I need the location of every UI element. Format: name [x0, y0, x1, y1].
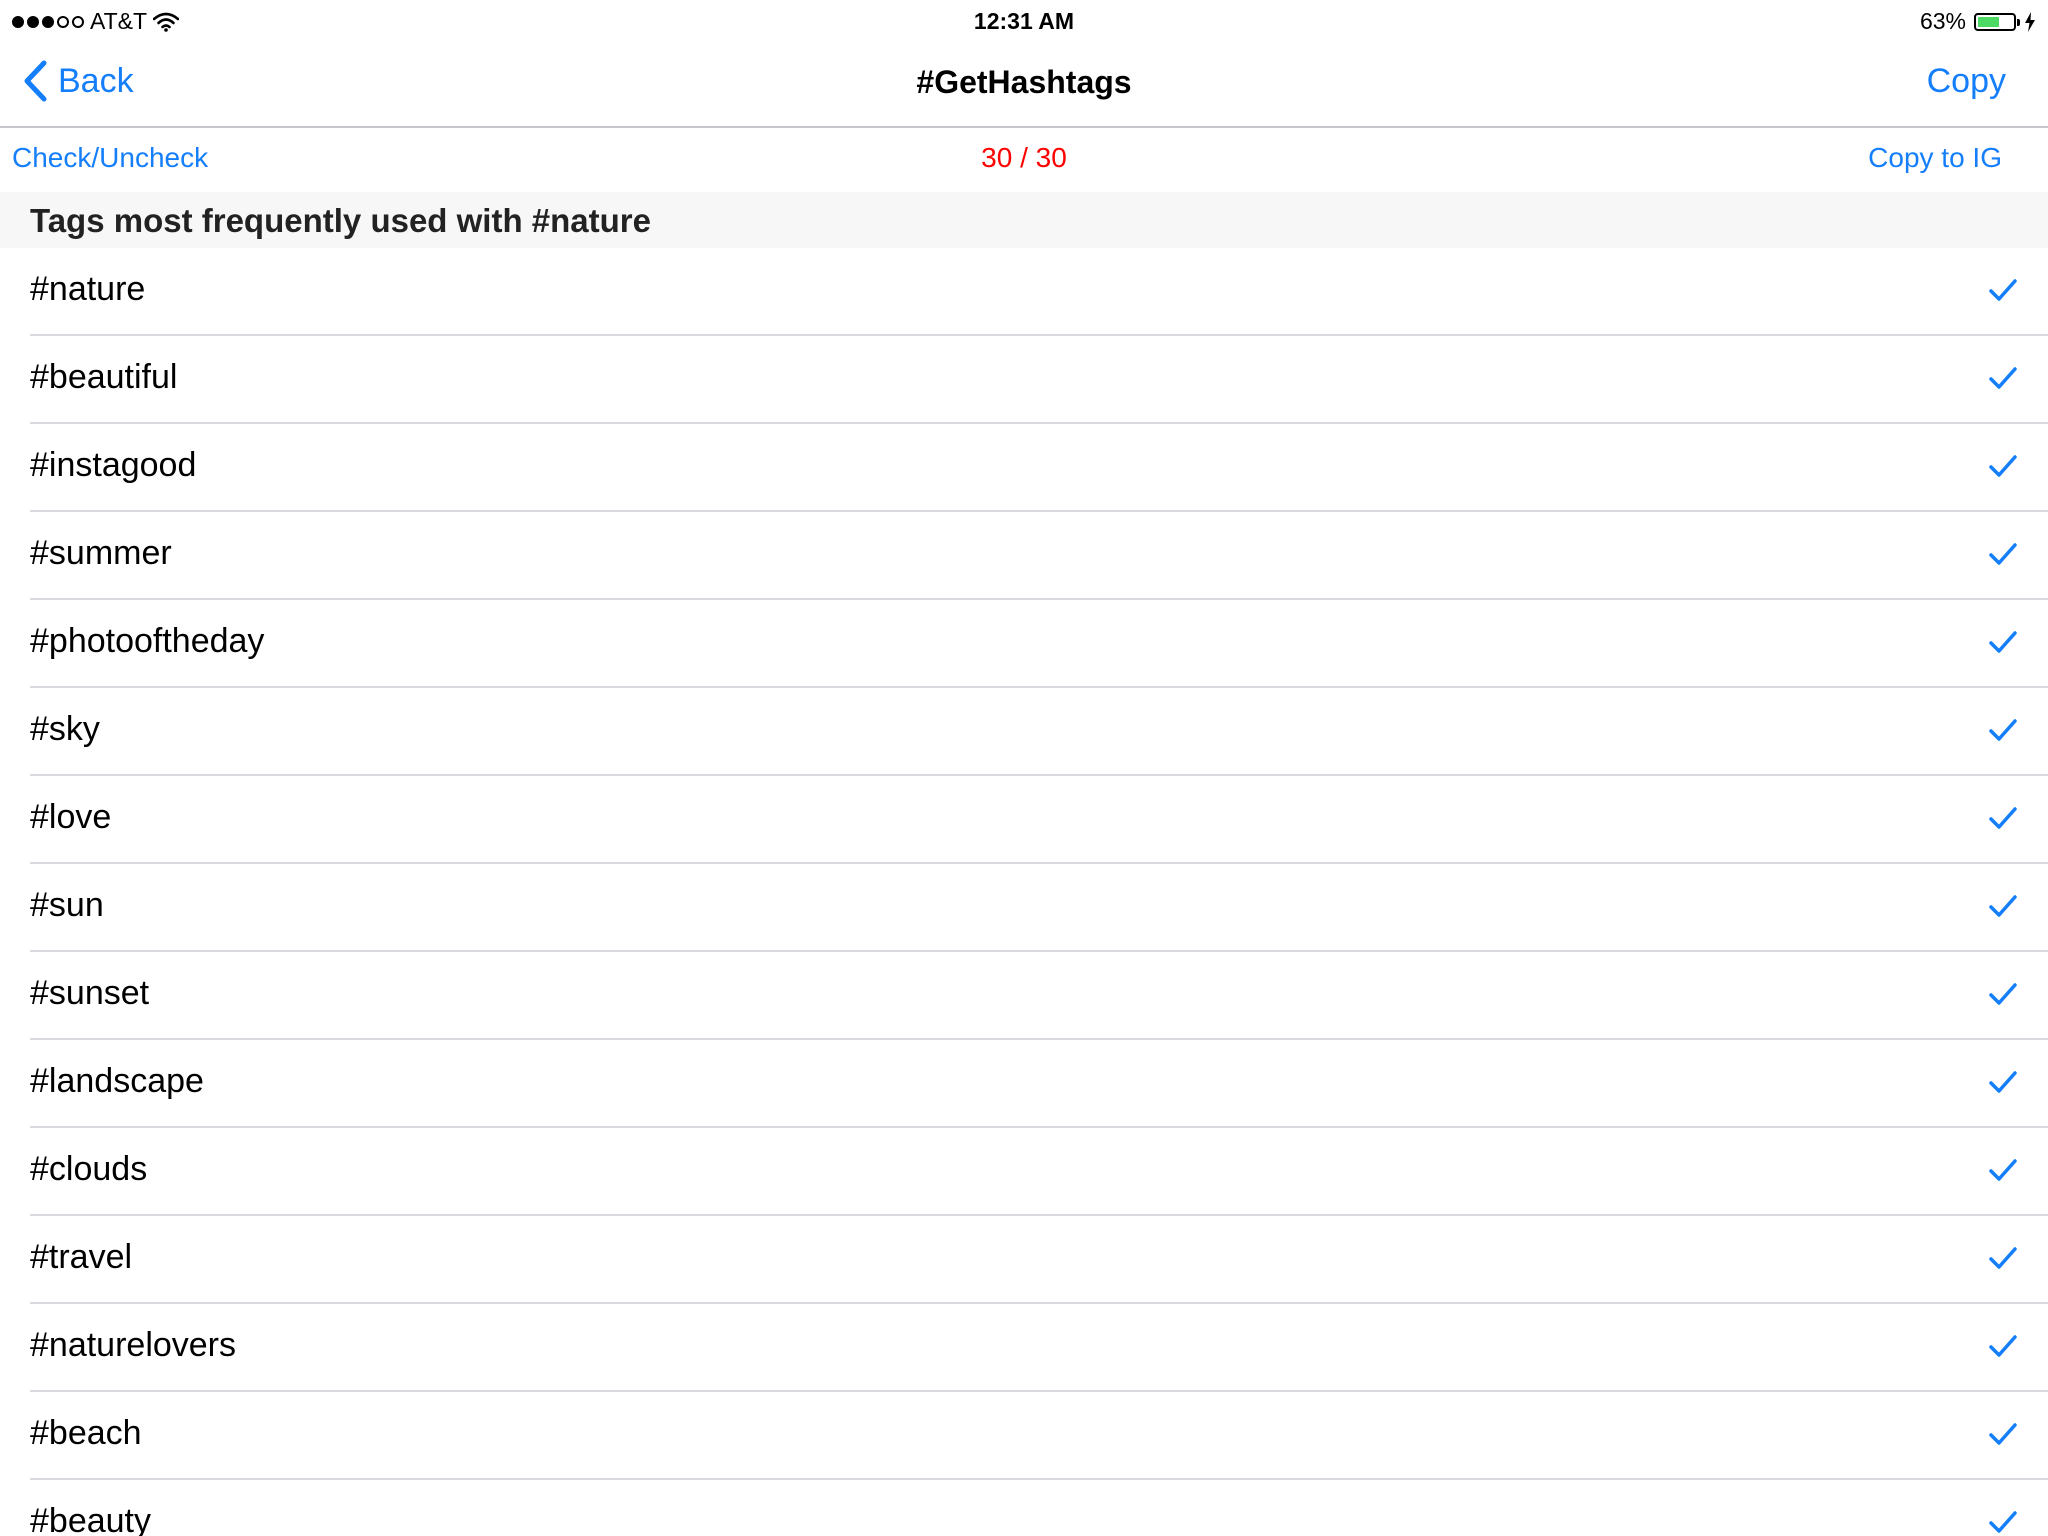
tag-row[interactable]: #summer [0, 512, 2048, 600]
tag-row[interactable]: #travel [0, 1216, 2048, 1304]
tag-row[interactable]: #sunset [0, 952, 2048, 1040]
tag-row[interactable]: #nature [0, 248, 2048, 336]
tag-row[interactable]: #naturelovers [0, 1304, 2048, 1392]
tag-label: #instagood [30, 446, 197, 484]
battery-icon [1974, 12, 2020, 31]
checkmark-icon [1989, 367, 2017, 389]
status-time: 12:31 AM [973, 8, 1075, 34]
tag-row[interactable]: #love [0, 776, 2048, 864]
battery-fill [1978, 16, 2000, 27]
battery-tip [2017, 18, 2020, 26]
tag-label: #landscape [30, 1062, 204, 1100]
checkmark-icon [1989, 719, 2017, 741]
checkmark-icon [1989, 455, 2017, 477]
status-bar: AT&T 12:31 AM 63% [0, 0, 2048, 42]
status-right: 63% [1920, 8, 2036, 35]
navigation-bar: Back #GetHashtags Copy [0, 42, 2048, 128]
checkmark-icon [1989, 1511, 2017, 1533]
section-title: Tags most frequently used with #nature [30, 202, 651, 239]
tag-row[interactable]: #beautiful [0, 336, 2048, 424]
tag-label: #naturelovers [30, 1326, 237, 1364]
page-title: #GetHashtags [916, 64, 1132, 100]
checkmark-icon [1989, 1247, 2017, 1269]
checkmark-icon [1989, 895, 2017, 917]
tag-label: #beautiful [30, 358, 178, 396]
tag-list: #nature #beautiful #instagood #summer #photo… [0, 248, 2048, 1536]
checkmark-icon [1989, 983, 2017, 1005]
tag-label: #clouds [30, 1150, 148, 1188]
checkmark-icon [1989, 807, 2017, 829]
tag-label: #love [30, 798, 112, 836]
tag-row[interactable]: #sky [0, 688, 2048, 776]
tag-row[interactable]: #photooftheday [0, 600, 2048, 688]
battery-percent: 63% [1919, 8, 1966, 34]
checkmark-icon [1989, 1335, 2017, 1357]
app-screen: AT&T 12:31 AM 63% Back #GetHashtags Copy… [0, 0, 2048, 1536]
tag-label: #travel [30, 1238, 133, 1276]
checkmark-icon [1989, 1159, 2017, 1181]
copy-to-ig-button[interactable]: Copy to IG [1868, 142, 2002, 174]
tag-row[interactable]: #clouds [0, 1128, 2048, 1216]
section-header: Tags most frequently used with #nature [0, 192, 2048, 248]
tag-row[interactable]: #beauty [0, 1480, 2048, 1536]
copy-button[interactable]: Copy [1927, 62, 2006, 101]
tag-label: #sun [30, 886, 104, 924]
tag-label: #beauty [30, 1502, 151, 1536]
tag-label: #sunset [30, 974, 150, 1012]
checkmark-icon [1989, 1071, 2017, 1093]
checkmark-icon [1989, 631, 2017, 653]
toolbar: Check/Uncheck 30 / 30 Copy to IG [0, 128, 2048, 192]
tag-label: #photooftheday [30, 622, 265, 660]
tag-label: #beach [30, 1414, 142, 1452]
checkmark-icon [1989, 1423, 2017, 1445]
tag-row[interactable]: #landscape [0, 1040, 2048, 1128]
checkmark-icon [1989, 543, 2017, 565]
charging-bolt-icon [2025, 11, 2035, 32]
tag-row[interactable]: #beach [0, 1392, 2048, 1480]
tag-row[interactable]: #instagood [0, 424, 2048, 512]
tag-row[interactable]: #sun [0, 864, 2048, 952]
selected-count: 30 / 30 [981, 142, 1067, 173]
tag-label: #summer [30, 534, 172, 572]
tag-label: #nature [30, 270, 146, 308]
checkmark-icon [1989, 279, 2017, 301]
tag-label: #sky [30, 710, 100, 748]
